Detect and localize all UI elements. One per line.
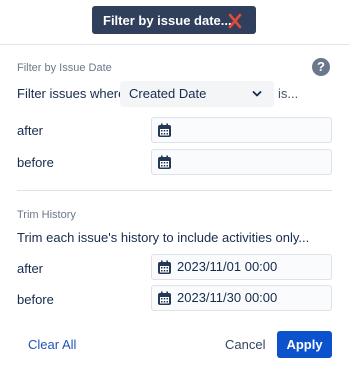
filter-chip[interactable]: Filter by issue date... bbox=[92, 6, 256, 34]
trim-after-input[interactable]: 2023/11/01 00:00 bbox=[151, 254, 332, 280]
trim-after-value: 2023/11/01 00:00 bbox=[177, 259, 278, 274]
issue-date-before-input[interactable] bbox=[151, 149, 332, 175]
issue-date-title: Filter by Issue Date bbox=[17, 62, 112, 74]
apply-button[interactable]: Apply bbox=[277, 331, 332, 358]
calendar-icon bbox=[158, 123, 171, 137]
trim-before-label: before bbox=[17, 292, 54, 307]
issue-date-after-input[interactable] bbox=[151, 117, 332, 143]
issue-date-after-label: after bbox=[17, 123, 44, 138]
trim-history-description: Trim each issue's history to include act… bbox=[17, 230, 310, 245]
chevron-down-icon bbox=[252, 91, 262, 97]
trim-before-value: 2023/11/30 00:00 bbox=[177, 290, 278, 305]
filter-prefix-text: Filter issues where bbox=[17, 86, 126, 101]
clear-all-button[interactable]: Clear All bbox=[28, 337, 76, 352]
calendar-icon bbox=[158, 291, 171, 305]
trim-before-input[interactable]: 2023/11/30 00:00 bbox=[151, 285, 332, 311]
date-field-select[interactable]: Created Date bbox=[120, 81, 274, 107]
section-divider bbox=[17, 190, 332, 191]
filter-header: Filter by issue date... bbox=[0, 0, 350, 45]
filter-chip-label: Filter by issue date... bbox=[103, 12, 232, 28]
trim-after-label: after bbox=[17, 261, 44, 276]
filter-suffix-text: is... bbox=[278, 86, 299, 101]
date-field-select-value: Created Date bbox=[129, 86, 207, 101]
cancel-button[interactable]: Cancel bbox=[225, 337, 265, 352]
issue-date-before-label: before bbox=[17, 155, 54, 170]
trim-history-title: Trim History bbox=[17, 209, 76, 221]
close-x-icon[interactable] bbox=[228, 13, 242, 29]
calendar-icon bbox=[158, 155, 171, 169]
calendar-icon bbox=[158, 260, 171, 274]
question-circle-icon[interactable]: ? bbox=[312, 58, 330, 76]
